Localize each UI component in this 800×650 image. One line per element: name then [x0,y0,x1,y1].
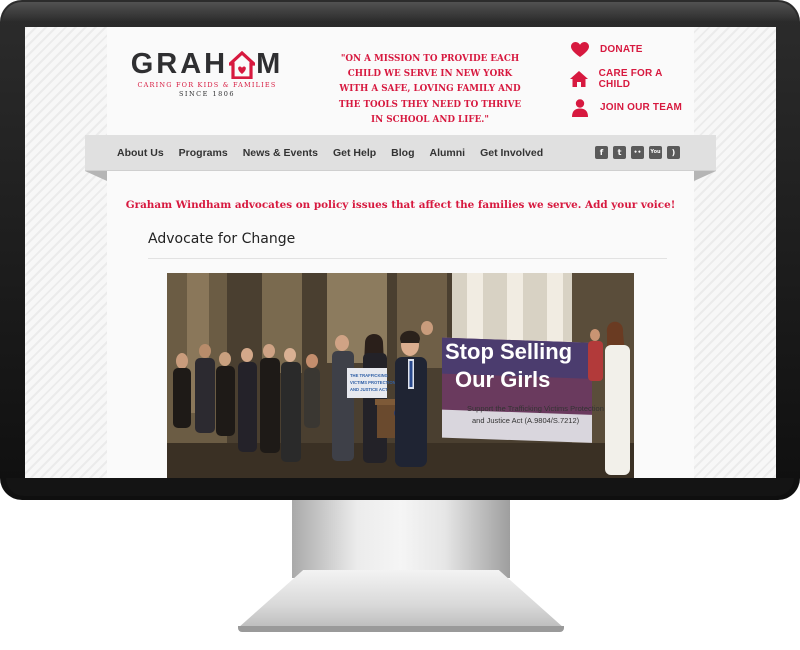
care-for-a-child-link[interactable]: CARE FOR A CHILD [570,64,690,93]
quick-links: DONATE CARE FOR A CHILD JOIN OUR TEAM [570,35,690,122]
heart-icon [570,40,590,60]
nav-programs[interactable]: Programs [179,147,228,159]
monitor-chin [6,478,794,496]
monitor-frame: GRAH M CARING FOR KIDS & FAMILIES SINCE … [0,0,800,500]
svg-text:Our Girls: Our Girls [455,367,550,392]
svg-text:Support the Trafficking Victim: Support the Trafficking Victims Protecti… [467,404,604,413]
nav-get-help[interactable]: Get Help [333,147,376,159]
svg-text:VICTIMS PROTECTION: VICTIMS PROTECTION [350,380,396,385]
join-our-team-link[interactable]: JOIN OUR TEAM [570,93,690,122]
bezel-highlight [2,2,798,22]
nav-alumni[interactable]: Alumni [430,147,466,159]
svg-text:Stop Selling: Stop Selling [445,339,572,364]
nav-ribbon-fold-left [85,171,107,181]
nav-blog[interactable]: Blog [391,147,414,159]
monitor-stand-base [238,570,564,628]
nav-news-events[interactable]: News & Events [243,147,318,159]
logo-since: SINCE 1806 [178,90,236,98]
donate-label: DONATE [600,44,643,55]
main-navigation: About Us Programs News & Events Get Help… [85,135,716,171]
nav-about-us[interactable]: About Us [117,147,164,159]
monitor-stand-neck [292,500,510,578]
nav-menu: About Us Programs News & Events Get Help… [117,135,558,171]
home-icon [570,69,589,89]
title-divider [148,258,667,259]
nav-get-involved[interactable]: Get Involved [480,147,543,159]
facebook-icon[interactable]: f [595,146,608,159]
rss-icon[interactable]: ) [667,146,680,159]
svg-text:and Justice Act (A.9804/S.7212: and Justice Act (A.9804/S.7212) [472,416,580,425]
logo-wordmark: GRAH M [130,48,284,80]
monitor-stand-edge [238,626,564,632]
advocacy-banner-text: Graham Windham advocates on policy issue… [125,199,676,211]
join-our-team-label: JOIN OUR TEAM [600,102,683,113]
hero-illustration: Stop Selling Our Girls Support the Traff… [167,273,634,478]
svg-text:AND JUSTICE ACT: AND JUSTICE ACT [350,387,388,392]
flickr-icon[interactable]: •• [631,146,644,159]
svg-text:THE TRAFFICKING: THE TRAFFICKING [350,373,388,378]
logo-tagline: CARING FOR KIDS & FAMILIES [137,81,277,89]
nav-ribbon-fold-right [694,171,716,181]
screen: GRAH M CARING FOR KIDS & FAMILIES SINCE … [25,27,776,478]
social-links: f t •• You ) [590,146,680,159]
hero-photo: Stop Selling Our Girls Support the Traff… [167,273,634,478]
graham-logo[interactable]: GRAH M CARING FOR KIDS & FAMILIES SINCE … [127,49,287,98]
donate-link[interactable]: DONATE [570,35,690,64]
care-for-a-child-label: CARE FOR A CHILD [598,67,663,90]
youtube-icon[interactable]: You [649,146,662,159]
page-title: Advocate for Change [148,231,296,247]
person-icon [570,98,590,118]
protest-banner: Stop Selling Our Girls Support the Traff… [442,337,604,443]
web-page: GRAH M CARING FOR KIDS & FAMILIES SINCE … [85,27,716,478]
house-heart-icon [225,50,259,80]
twitter-icon[interactable]: t [613,146,626,159]
mission-statement: "ON A MISSION TO PROVIDE EACH CHILD WE S… [338,54,522,125]
